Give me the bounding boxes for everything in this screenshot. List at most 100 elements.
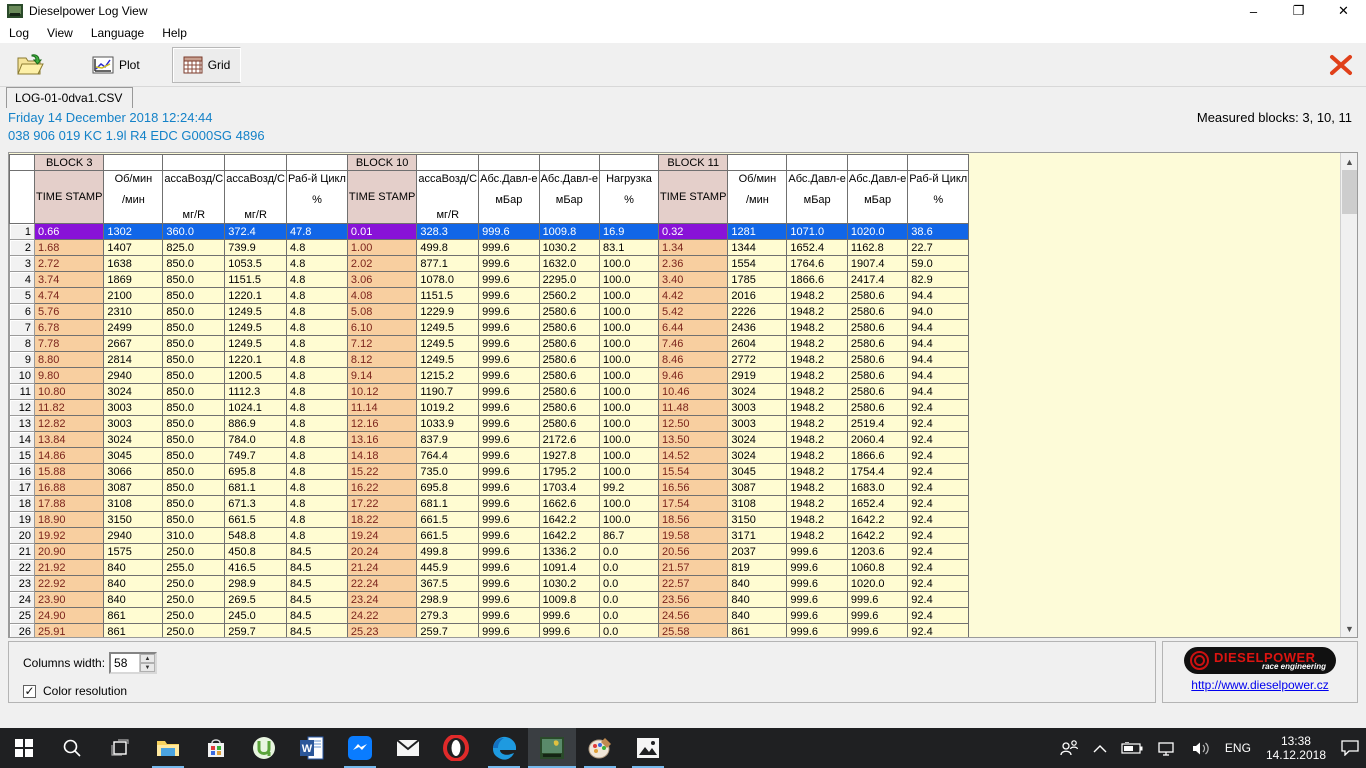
grid-cell[interactable]: 17.22 — [347, 496, 416, 512]
row-number[interactable]: 15 — [10, 448, 35, 464]
grid-cell[interactable]: 3171 — [728, 528, 787, 544]
grid-cell[interactable]: 92.4 — [908, 544, 969, 560]
grid-cell[interactable]: 100.0 — [600, 272, 659, 288]
grid-cell[interactable]: 877.1 — [417, 256, 479, 272]
grid-cell[interactable]: 5.42 — [659, 304, 728, 320]
grid-cell[interactable]: 1795.2 — [539, 464, 599, 480]
grid-cell[interactable]: 0.0 — [600, 624, 659, 639]
grid-cell[interactable]: 18.22 — [347, 512, 416, 528]
row-number[interactable]: 3 — [10, 256, 35, 272]
grid-cell[interactable]: 850.0 — [163, 480, 225, 496]
grid-cell[interactable]: 1683.0 — [847, 480, 907, 496]
row-number[interactable]: 16 — [10, 464, 35, 480]
grid-cell[interactable]: 739.9 — [225, 240, 287, 256]
grid-cell[interactable]: 19.92 — [35, 528, 104, 544]
taskbar-photos[interactable] — [624, 728, 672, 768]
grid-cell[interactable]: 2580.6 — [847, 304, 907, 320]
grid-cell[interactable]: 12.16 — [347, 416, 416, 432]
grid-cell[interactable]: 6.10 — [347, 320, 416, 336]
grid-cell[interactable]: 22.24 — [347, 576, 416, 592]
grid-cell[interactable]: 1642.2 — [539, 528, 599, 544]
grid-cell[interactable]: 999.6 — [479, 624, 539, 639]
grid-cell[interactable]: 1200.5 — [225, 368, 287, 384]
grid-cell[interactable]: 999.6 — [847, 608, 907, 624]
grid-cell[interactable]: 94.4 — [908, 288, 969, 304]
grid-cell[interactable]: 1948.2 — [787, 288, 847, 304]
grid-cell[interactable]: 999.6 — [787, 624, 847, 639]
grid-cell[interactable]: 1060.8 — [847, 560, 907, 576]
grid-cell[interactable]: 1948.2 — [787, 336, 847, 352]
grid-cell[interactable]: 328.3 — [417, 224, 479, 240]
grid-cell[interactable]: 850.0 — [163, 384, 225, 400]
grid-cell[interactable]: 83.1 — [600, 240, 659, 256]
grid-cell[interactable]: 1948.2 — [787, 320, 847, 336]
grid-cell[interactable]: 100.0 — [600, 256, 659, 272]
grid-cell[interactable]: 1642.2 — [539, 512, 599, 528]
grid-cell[interactable]: 9.46 — [659, 368, 728, 384]
grid-cell[interactable]: 92.4 — [908, 576, 969, 592]
spinner-down-button[interactable]: ▼ — [140, 663, 155, 672]
grid-cell[interactable]: 10.80 — [35, 384, 104, 400]
grid-cell[interactable]: 367.5 — [417, 576, 479, 592]
grid-cell[interactable]: 2100 — [104, 288, 163, 304]
grid-cell[interactable]: 3150 — [104, 512, 163, 528]
grid-cell[interactable]: 850.0 — [163, 464, 225, 480]
grid-cell[interactable]: 0.0 — [600, 544, 659, 560]
grid-cell[interactable]: 9.80 — [35, 368, 104, 384]
grid-cell[interactable]: 2814 — [104, 352, 163, 368]
grid-cell[interactable]: 999.6 — [479, 608, 539, 624]
grid-cell[interactable]: 3003 — [104, 416, 163, 432]
grid-cell[interactable]: 3087 — [728, 480, 787, 496]
grid-cell[interactable]: 2580.6 — [847, 320, 907, 336]
battery-indicator[interactable] — [1114, 728, 1150, 768]
grid-cell[interactable]: 2580.6 — [847, 400, 907, 416]
taskbar-store[interactable] — [192, 728, 240, 768]
grid-cell[interactable]: 4.8 — [287, 464, 348, 480]
grid-cell[interactable]: 84.5 — [287, 624, 348, 639]
close-button[interactable]: ✕ — [1321, 0, 1366, 22]
grid-cell[interactable]: 2560.2 — [539, 288, 599, 304]
grid-cell[interactable]: 1215.2 — [417, 368, 479, 384]
grid-cell[interactable]: 84.5 — [287, 576, 348, 592]
grid-cell[interactable]: 999.6 — [479, 384, 539, 400]
grid-cell[interactable]: 1249.5 — [225, 304, 287, 320]
action-center-button[interactable] — [1334, 728, 1366, 768]
grid-cell[interactable]: 4.8 — [287, 240, 348, 256]
grid-cell[interactable]: 1190.7 — [417, 384, 479, 400]
grid-cell[interactable]: 499.8 — [417, 240, 479, 256]
grid-cell[interactable]: 7.46 — [659, 336, 728, 352]
grid-cell[interactable]: 999.6 — [479, 240, 539, 256]
grid-cell[interactable]: 999.6 — [479, 400, 539, 416]
network-indicator[interactable] — [1150, 728, 1184, 768]
row-number[interactable]: 8 — [10, 336, 35, 352]
grid-cell[interactable]: 94.4 — [908, 352, 969, 368]
grid-cell[interactable]: 840 — [104, 560, 163, 576]
taskbar-mail[interactable] — [384, 728, 432, 768]
grid-cell[interactable]: 1.68 — [35, 240, 104, 256]
grid-cell[interactable]: 1948.2 — [787, 528, 847, 544]
grid-cell[interactable]: 850.0 — [163, 416, 225, 432]
grid-cell[interactable]: 999.6 — [479, 592, 539, 608]
grid-cell[interactable]: 11.82 — [35, 400, 104, 416]
grid-cell[interactable]: 0.0 — [600, 576, 659, 592]
grid-cell[interactable]: 16.22 — [347, 480, 416, 496]
grid-cell[interactable]: 24.90 — [35, 608, 104, 624]
row-number[interactable]: 20 — [10, 528, 35, 544]
grid-cell[interactable]: 250.0 — [163, 576, 225, 592]
grid-cell[interactable]: 23.24 — [347, 592, 416, 608]
grid-cell[interactable]: 4.8 — [287, 288, 348, 304]
grid-cell[interactable]: 825.0 — [163, 240, 225, 256]
taskbar-clock[interactable]: 13:38 14.12.2018 — [1258, 734, 1334, 762]
open-file-button[interactable] — [6, 47, 54, 83]
grid-cell[interactable]: 4.8 — [287, 528, 348, 544]
grid-cell[interactable]: 86.7 — [600, 528, 659, 544]
grid-cell[interactable]: 1907.4 — [847, 256, 907, 272]
grid-cell[interactable]: 0.01 — [347, 224, 416, 240]
grid-cell[interactable]: 1249.5 — [417, 336, 479, 352]
grid-cell[interactable]: 6.44 — [659, 320, 728, 336]
grid-cell[interactable]: 92.4 — [908, 512, 969, 528]
people-button[interactable] — [1052, 728, 1086, 768]
grid-cell[interactable]: 661.5 — [225, 512, 287, 528]
grid-cell[interactable]: 999.6 — [479, 448, 539, 464]
grid-cell[interactable]: 999.6 — [479, 576, 539, 592]
